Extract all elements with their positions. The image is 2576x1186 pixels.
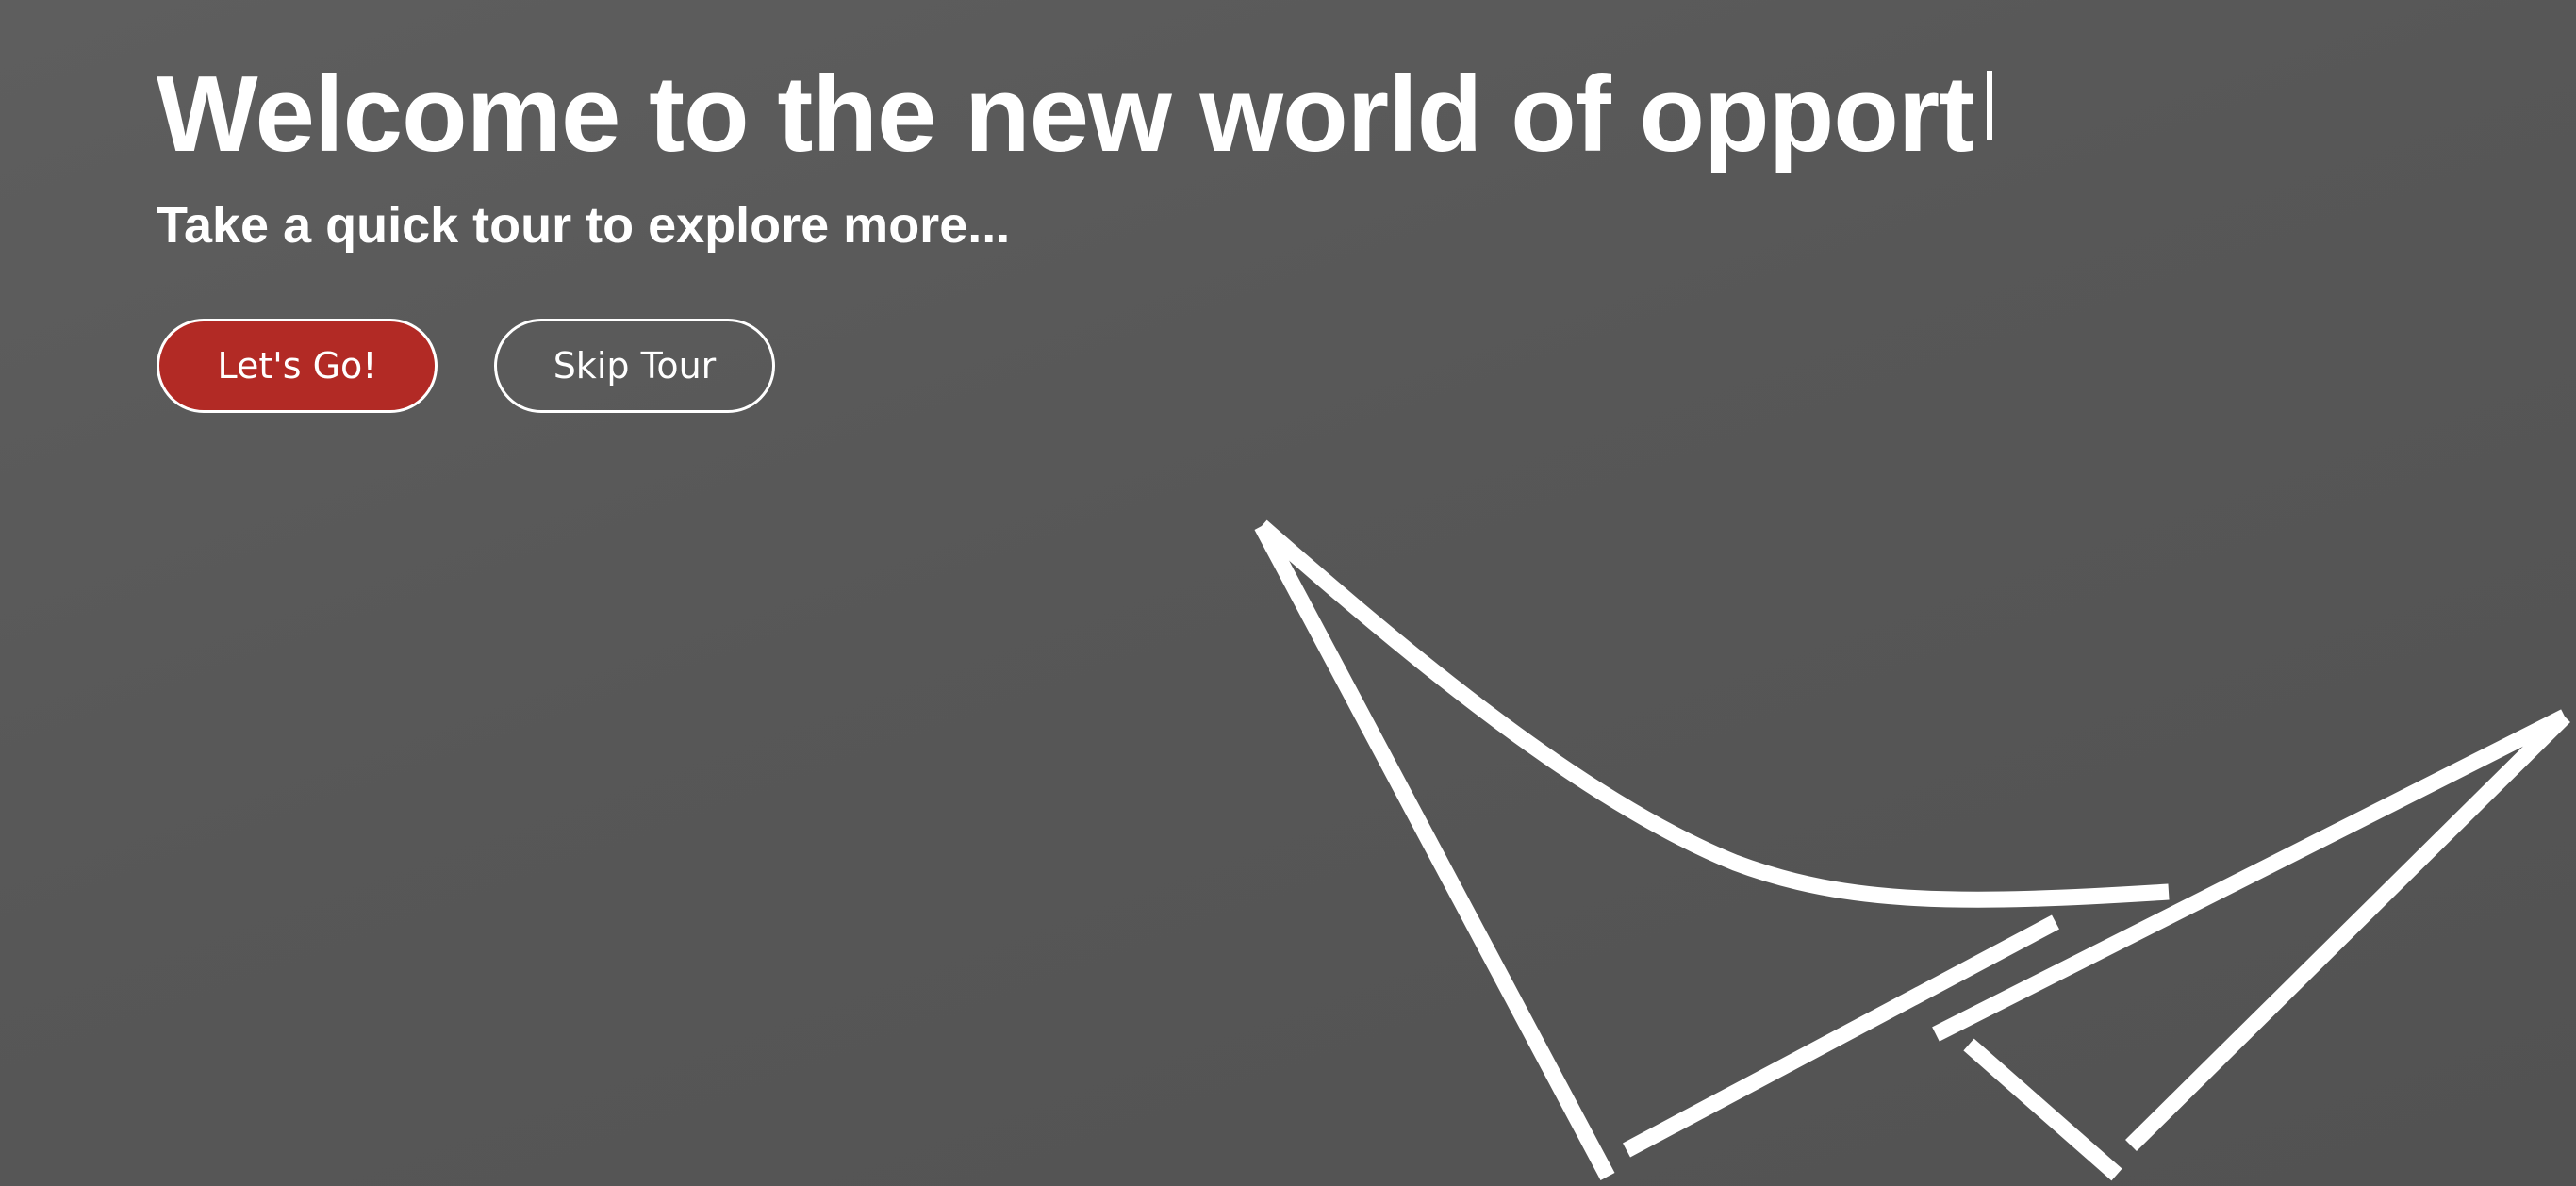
welcome-headline: Welcome to the new world of opport [157, 55, 1993, 174]
welcome-screen: Welcome to the new world of opport Take … [0, 0, 2576, 1186]
headline-text: Welcome to the new world of opport [157, 55, 1974, 174]
tour-actions: Let's Go! Skip Tour [157, 319, 775, 413]
skip-tour-button[interactable]: Skip Tour [494, 319, 775, 413]
hero-text: Welcome to the new world of opport Take … [157, 55, 1993, 255]
lets-go-button[interactable]: Let's Go! [157, 319, 438, 413]
tour-subheadline: Take a quick tour to explore more... [157, 197, 1011, 254]
typing-caret [1987, 71, 1993, 140]
